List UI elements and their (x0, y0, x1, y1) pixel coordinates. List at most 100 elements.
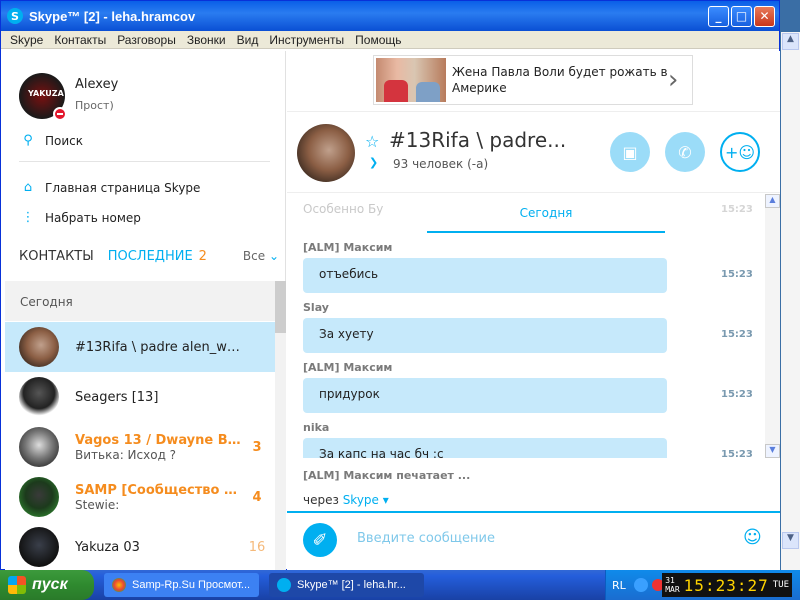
attach-button[interactable]: ✐ (303, 523, 337, 557)
contact-row[interactable]: Yakuza 03 16 (5, 522, 275, 572)
profile-name[interactable]: Alexey (75, 77, 118, 92)
taskbar-item-skype[interactable]: Skype™ [2] - leha.hr... (269, 573, 424, 597)
ad-banner[interactable]: Жена Павла Воли будет рожать в Америке › (373, 55, 693, 105)
background-window-scrollbar[interactable]: ▲ ▼ (781, 32, 800, 570)
clock-date: 31 MAR (665, 576, 679, 594)
maximize-button[interactable]: □ (731, 5, 752, 27)
section-header-today: Сегодня (5, 281, 275, 321)
message-sender[interactable]: [ALM] Максим (303, 241, 392, 254)
via-selector[interactable]: через Skype ▾ (303, 493, 389, 507)
contact-name: Seagers [13] (75, 389, 159, 405)
message-bubble[interactable]: отъебись (303, 258, 667, 293)
contact-row[interactable]: #13Rifa \ padre alen_white (5, 322, 275, 372)
taskbar-item-browser[interactable]: Samp-Rp.Su Просмот... (104, 573, 259, 597)
clock-day: 31 (665, 576, 675, 585)
contact-name: SAMP [Сообщество ано... (75, 482, 245, 498)
chevron-right-icon[interactable]: ❯ (369, 156, 378, 169)
emoticon-icon[interactable]: ☺ (743, 527, 762, 548)
menu-tools[interactable]: Инструменты (269, 33, 344, 47)
dial-label: Набрать номер (45, 210, 141, 225)
sidebar: YAKUZA Alexey Прост) ⚲ Поиск ⌂ Главная с… (5, 51, 286, 570)
scroll-up-arrow[interactable]: ▲ (782, 33, 799, 50)
member-count[interactable]: 93 человек (-а) (393, 157, 488, 171)
group-avatar[interactable] (297, 124, 355, 182)
status-dnd-icon[interactable] (53, 107, 67, 121)
add-person-icon: +☺ (724, 142, 756, 162)
contact-row[interactable]: Vagos 13 / Dwayne Ban... Витька: Исход ?… (5, 422, 275, 472)
add-people-button[interactable]: +☺ (720, 132, 760, 172)
close-button[interactable]: ✕ (754, 5, 775, 27)
search-row[interactable]: ⚲ Поиск (21, 133, 83, 148)
menu-skype[interactable]: Skype (10, 33, 43, 47)
tab-contacts[interactable]: КОНТАКТЫ (19, 249, 94, 264)
contact-avatar (19, 377, 59, 417)
clock[interactable]: 31 MAR 15:23:27 TUE (662, 573, 792, 597)
profile-mood[interactable]: Прост) (75, 99, 114, 112)
tab-recent[interactable]: ПОСЛЕДНИЕ 2 (108, 249, 207, 264)
scroll-down-arrow[interactable]: ▼ (782, 532, 799, 549)
start-button[interactable]: пуск (0, 570, 94, 600)
contact-name: Vagos 13 / Dwayne Ban... (75, 432, 245, 448)
windows-logo-icon (8, 576, 26, 594)
message-input[interactable]: Введите сообщение (357, 531, 495, 546)
contacts-scrollbar[interactable] (275, 281, 286, 570)
tray-arrow-icon[interactable] (633, 578, 648, 592)
minimize-button[interactable]: _ (708, 5, 729, 27)
message-sender[interactable]: Slay (303, 301, 329, 314)
dial-link[interactable]: ⋮ Набрать номер (21, 210, 141, 225)
contact-row[interactable]: Seagers [13] (5, 372, 275, 422)
contact-tabs: КОНТАКТЫ ПОСЛЕДНИЕ 2 Все ⌄ (19, 249, 279, 264)
unread-badge: 16 (248, 539, 266, 555)
profile-avatar[interactable]: YAKUZA (19, 73, 67, 121)
faded-message: Особенно Бу (303, 202, 384, 216)
contact-name: Yakuza 03 (75, 539, 140, 555)
message-sender[interactable]: [ALM] Максим (303, 361, 392, 374)
filter-label: Все (242, 249, 266, 263)
message-bubble[interactable]: придурок (303, 378, 667, 413)
message-bubble[interactable]: За хуету (303, 318, 667, 353)
typing-indicator: [ALM] Максим печатает ... (303, 469, 471, 482)
skype-window: S Skype™ [2] - leha.hramcov _ □ ✕ Skype … (0, 0, 780, 570)
chevron-right-icon[interactable]: › (668, 65, 692, 95)
via-service[interactable]: Skype (343, 493, 379, 507)
message-bubble[interactable]: За капс на час бч :с (303, 438, 667, 458)
scroll-down-arrow[interactable]: ▼ (765, 444, 780, 458)
contact-avatar (19, 477, 59, 517)
compose-bar: ✐ Введите сообщение ☺ (287, 511, 780, 570)
filter-dropdown[interactable]: Все ⌄ (243, 249, 279, 263)
taskbar: пуск Samp-Rp.Su Просмот... Skype™ [2] - … (0, 570, 800, 600)
clock-month: MAR (665, 585, 680, 594)
skype-icon (277, 578, 291, 592)
menu-bar: Skype Контакты Разговоры Звонки Вид Инст… (1, 31, 779, 49)
unread-badge: 3 (252, 439, 262, 455)
audio-call-button[interactable]: ✆ (665, 132, 705, 172)
skype-logo-icon: S (7, 8, 23, 24)
menu-view[interactable]: Вид (237, 33, 259, 47)
video-call-button[interactable]: ▣ (610, 132, 650, 172)
language-indicator[interactable]: RL (612, 579, 626, 592)
divider (19, 161, 270, 162)
paperclip-icon: ✐ (312, 529, 328, 551)
task-label: Skype™ [2] - leha.hr... (297, 579, 406, 591)
menu-calls[interactable]: Звонки (187, 33, 226, 47)
contact-avatar (19, 327, 59, 367)
contact-row[interactable]: SAMP [Сообщество ано... Stewie: 4 (5, 472, 275, 522)
scroll-up-arrow[interactable]: ▲ (765, 194, 780, 208)
conversation-title[interactable]: #13Rifa \ padre... (389, 128, 566, 152)
menu-conversations[interactable]: Разговоры (117, 33, 176, 47)
message-time: 15:23 (721, 269, 753, 280)
menu-contacts[interactable]: Контакты (54, 33, 106, 47)
title-bar[interactable]: S Skype™ [2] - leha.hramcov _ □ ✕ (1, 1, 779, 31)
message-sender[interactable]: nika (303, 421, 329, 434)
menu-help[interactable]: Помощь (355, 33, 401, 47)
home-link[interactable]: ⌂ Главная страница Skype (21, 180, 201, 195)
home-label: Главная страница Skype (45, 180, 201, 195)
system-tray: RL 31 MAR 15:23:27 TUE (605, 570, 800, 600)
scrollbar-thumb[interactable] (275, 281, 286, 333)
messages-scrollbar[interactable]: ▲ ▼ (765, 194, 780, 458)
video-camera-icon: ▣ (622, 142, 638, 162)
ad-text: Жена Павла Воли будет рожать в Америке (452, 65, 668, 95)
caret-down-icon[interactable]: ▾ (379, 493, 389, 507)
star-icon[interactable]: ☆ (365, 132, 379, 151)
chevron-down-icon: ⌄ (268, 249, 279, 263)
